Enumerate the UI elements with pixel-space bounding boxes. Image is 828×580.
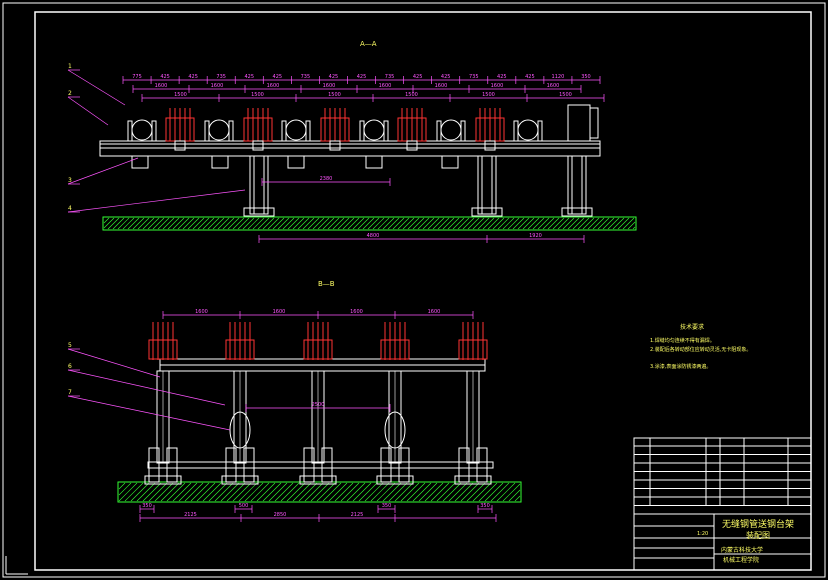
note-3: 3.涂漆,表面涂防锈漆两遍。 xyxy=(650,363,711,370)
bottom-ground xyxy=(117,481,522,503)
top-bracket xyxy=(287,155,305,169)
school-line1: 内蒙古科技大学 xyxy=(721,546,763,554)
callout-number: 3 xyxy=(68,177,72,184)
dimension-text: 425 xyxy=(244,74,254,80)
top-end-stop xyxy=(567,104,599,142)
drawing-name-line2: 装配图 xyxy=(746,530,770,540)
support-unit xyxy=(144,322,182,485)
dimension-text: 425 xyxy=(357,74,367,80)
dimension-text: 735 xyxy=(469,74,479,80)
dimension-text: 1600 xyxy=(267,83,280,89)
cad-drawing: A—A 775 425 425 735 425 425 735 425 425 735 425 425… xyxy=(2,2,826,578)
pipe-roller-station xyxy=(204,119,234,142)
dimension-text: 425 xyxy=(441,74,451,80)
drawing-scale: 1:20 xyxy=(697,531,708,537)
dimension-text: 1600 xyxy=(155,83,168,89)
top-ground xyxy=(102,216,637,231)
callout-number: 2 xyxy=(68,90,72,97)
dimension-text: 1500 xyxy=(328,92,341,98)
dimension-text: 425 xyxy=(525,74,535,80)
dimension-text: 4800 xyxy=(367,233,380,239)
dimension-text: 2125 xyxy=(184,512,197,518)
pipe-roller-station xyxy=(281,119,311,142)
dimension-text: 1600 xyxy=(350,309,363,315)
dimension-text: 2500 xyxy=(312,402,325,408)
top-bracket xyxy=(131,155,149,169)
dimension-text: 425 xyxy=(188,74,198,80)
dimension-text: 1600 xyxy=(195,309,208,315)
dimension-text: 1500 xyxy=(251,92,264,98)
top-bracket xyxy=(441,155,459,169)
pipe-roller-station xyxy=(359,119,389,142)
dimension-text: 1600 xyxy=(428,309,441,315)
dimension-text: 425 xyxy=(329,74,339,80)
dimension-text: 425 xyxy=(273,74,283,80)
pipe-roller-station xyxy=(513,119,543,142)
dimension-text: 1600 xyxy=(323,83,336,89)
callout-number: 7 xyxy=(68,389,72,396)
bottom-view-label: B—B xyxy=(318,280,335,288)
callout-number: 6 xyxy=(68,363,72,370)
dimension-text: 735 xyxy=(385,74,395,80)
callout-number: 5 xyxy=(68,342,72,349)
dimension-text: 1600 xyxy=(211,83,224,89)
dimension-text: 1500 xyxy=(405,92,418,98)
dimension-text: 1600 xyxy=(273,309,286,315)
dimension-text: 1120 xyxy=(552,74,565,80)
note-1: 1.焊缝均匀连续不得有漏焊。 xyxy=(650,337,715,344)
pipe-roller-station xyxy=(436,119,466,142)
dimension-text: 775 xyxy=(132,74,142,80)
top-view-label: A—A xyxy=(360,40,377,48)
dimension-text: 735 xyxy=(301,74,311,80)
technical-notes: 技术要求 1.焊缝均匀连续不得有漏焊。 2.装配后各转动部位应转动灵活,无卡阻现… xyxy=(650,323,751,370)
dimension-text: 1920 xyxy=(529,233,542,239)
drawing-name-line1: 无缝钢管送钢台架 xyxy=(722,518,794,530)
bottom-beams xyxy=(147,358,494,469)
dimension-text: 350 xyxy=(142,503,152,509)
callout-number: 4 xyxy=(68,205,72,212)
dimension-text: 350 xyxy=(581,74,591,80)
dimension-text: 425 xyxy=(413,74,423,80)
dimension-text: 2850 xyxy=(274,512,287,518)
dimension-text: 2380 xyxy=(320,176,333,182)
pipe-roller-station xyxy=(127,119,157,142)
dimension-text: 1500 xyxy=(559,92,572,98)
dimension-text: 425 xyxy=(160,74,170,80)
dimension-text: 1600 xyxy=(491,83,504,89)
dimension-text: 350 xyxy=(382,503,392,509)
dimension-text: 350 xyxy=(480,503,490,509)
dimension-text: 735 xyxy=(216,74,226,80)
top-bracket xyxy=(365,155,383,169)
note-2: 2.装配后各转动部位应转动灵活,无卡阻现象。 xyxy=(650,346,751,353)
support-unit xyxy=(376,322,414,485)
dimension-text: 1600 xyxy=(379,83,392,89)
support-unit xyxy=(221,322,259,485)
dimension-text: 1500 xyxy=(482,92,495,98)
school-line2: 机械工程学院 xyxy=(723,556,759,564)
ucs-icon xyxy=(5,556,28,575)
notes-title: 技术要求 xyxy=(680,323,704,331)
top-columns xyxy=(243,155,593,217)
top-dimensions: 775 425 425 735 425 425 735 425 425 735 425 425 735 4… xyxy=(122,74,605,243)
top-brackets xyxy=(131,155,459,169)
callout-number: 1 xyxy=(68,63,72,70)
dimension-text: 1500 xyxy=(174,92,187,98)
dimension-text: 425 xyxy=(497,74,507,80)
dimension-text: 1600 xyxy=(435,83,448,89)
dimension-text: 2125 xyxy=(351,512,364,518)
support-unit xyxy=(454,322,492,485)
top-bracket xyxy=(211,155,229,169)
dimension-text: 500 xyxy=(239,503,249,509)
dimension-text: 1600 xyxy=(547,83,560,89)
